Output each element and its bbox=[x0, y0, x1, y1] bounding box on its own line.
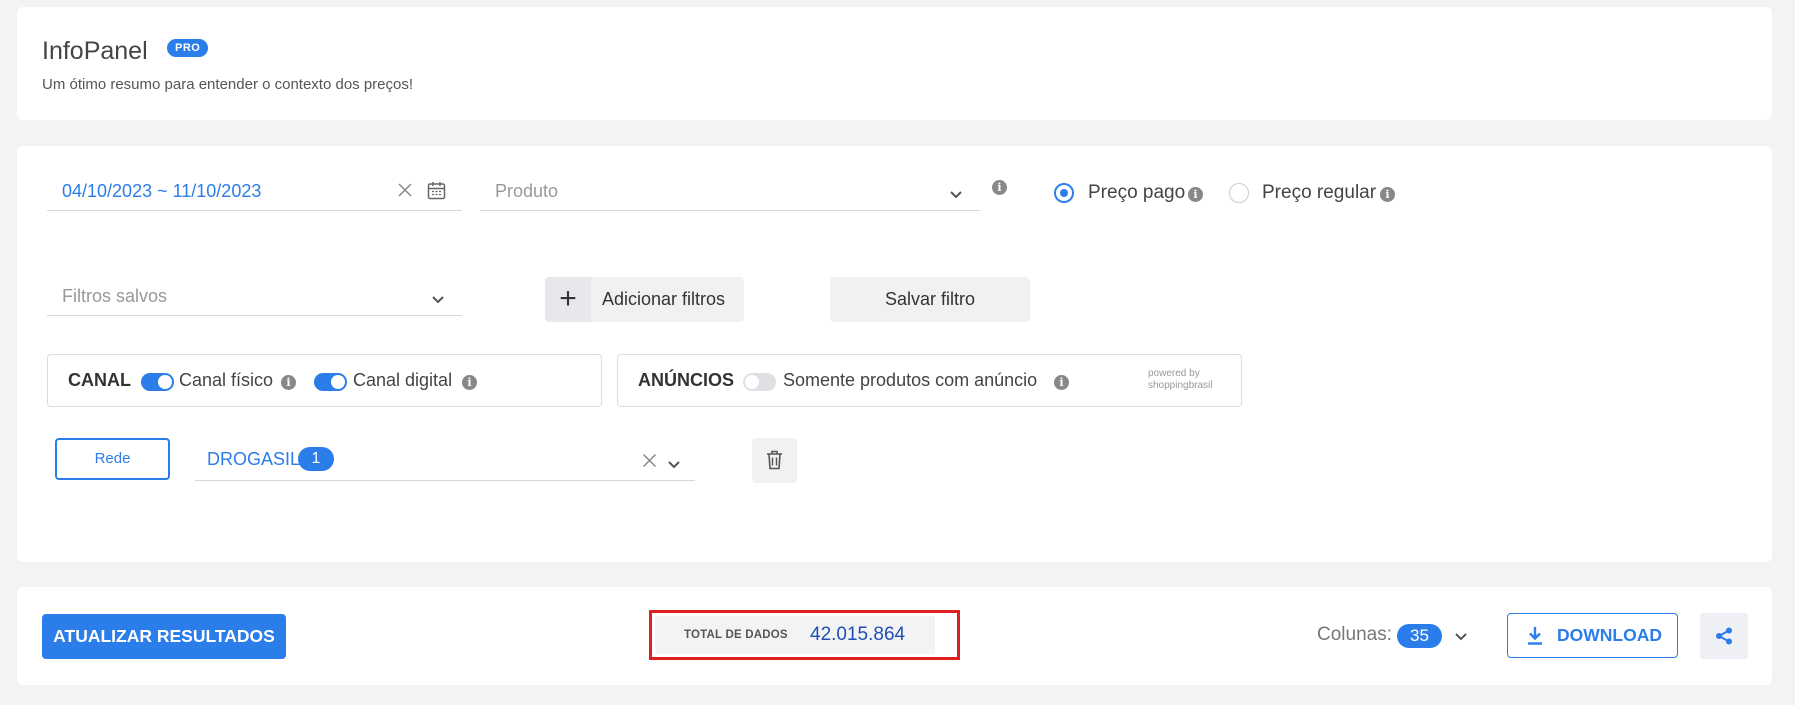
share-icon bbox=[1715, 627, 1733, 650]
add-filters-label: Adicionar filtros bbox=[602, 289, 726, 309]
chevron-down-icon bbox=[432, 291, 444, 309]
calendar-icon[interactable] bbox=[427, 181, 446, 205]
powered-by-logo: powered by shoppingbrasil bbox=[1148, 368, 1213, 391]
pro-badge: PRO bbox=[167, 39, 209, 57]
radio-preco-regular[interactable] bbox=[1229, 183, 1249, 203]
rede-count-badge: 1 bbox=[298, 447, 334, 471]
toggle-canal-fisico[interactable] bbox=[141, 373, 174, 391]
date-range-value: 04/10/2023 ~ 11/10/2023 bbox=[62, 181, 262, 201]
saved-filters-placeholder: Filtros salvos bbox=[62, 286, 168, 306]
total-data-highlight: TOTAL DE DADOS 42.015.864 bbox=[649, 610, 960, 660]
update-results-button[interactable]: ATUALIZAR RESULTADOS bbox=[42, 614, 286, 659]
toggle-canal-digital[interactable] bbox=[314, 373, 347, 391]
results-bar: ATUALIZAR RESULTADOS TOTAL DE DADOS 42.0… bbox=[17, 587, 1772, 685]
toggle-somente-anuncio[interactable] bbox=[743, 373, 776, 391]
chevron-down-icon[interactable] bbox=[668, 456, 680, 474]
clear-icon[interactable] bbox=[397, 182, 413, 203]
radio-preco-pago-label[interactable]: Preço pago bbox=[1088, 182, 1185, 204]
columns-label: Colunas: bbox=[1317, 624, 1392, 645]
product-placeholder: Produto bbox=[495, 181, 559, 201]
date-range-field[interactable]: 04/10/2023 ~ 11/10/2023 bbox=[47, 169, 462, 211]
delete-filter-button[interactable] bbox=[752, 438, 797, 483]
trash-icon bbox=[766, 450, 783, 475]
radio-preco-pago[interactable] bbox=[1054, 183, 1074, 203]
rede-value: DROGASIL bbox=[207, 449, 301, 469]
preco-pago-info-icon[interactable]: i bbox=[1188, 187, 1203, 202]
anuncio-info-icon[interactable]: i bbox=[1054, 375, 1069, 390]
canal-fisico-info-icon[interactable]: i bbox=[281, 375, 296, 390]
share-button[interactable] bbox=[1700, 613, 1748, 659]
save-filter-button[interactable]: Salvar filtro bbox=[830, 277, 1030, 322]
canal-digital-info-icon[interactable]: i bbox=[462, 375, 477, 390]
canal-fisico-label: Canal físico bbox=[179, 370, 274, 390]
page-subtitle: Um ótimo resumo para entender o contexto… bbox=[42, 76, 414, 93]
chevron-down-icon bbox=[950, 186, 962, 204]
download-label: DOWNLOAD bbox=[1557, 625, 1662, 645]
page-title: InfoPanel bbox=[42, 37, 148, 65]
columns-count-badge[interactable]: 35 bbox=[1397, 624, 1442, 648]
add-filters-button[interactable]: + Adicionar filtros bbox=[545, 277, 744, 322]
preco-regular-info-icon[interactable]: i bbox=[1380, 187, 1395, 202]
plus-icon: + bbox=[545, 277, 591, 322]
clear-icon[interactable] bbox=[642, 453, 657, 473]
anuncios-title: ANÚNCIOS bbox=[638, 370, 735, 390]
total-data-value: 42.015.864 bbox=[810, 624, 906, 645]
canal-box: CANAL Canal físico i Canal digital i bbox=[47, 354, 602, 407]
saved-filters-select[interactable]: Filtros salvos bbox=[47, 274, 462, 316]
rede-select[interactable]: DROGASIL 1 bbox=[195, 439, 695, 481]
product-info-icon[interactable]: i bbox=[992, 180, 1007, 195]
anuncios-box: ANÚNCIOS Somente produtos com anúncio i … bbox=[617, 354, 1242, 407]
chevron-down-icon[interactable] bbox=[1455, 625, 1467, 646]
header-card: InfoPanel PRO Um ótimo resumo para enten… bbox=[17, 7, 1772, 120]
rede-button[interactable]: Rede bbox=[55, 438, 170, 480]
product-select[interactable]: Produto bbox=[480, 169, 980, 211]
download-icon bbox=[1526, 626, 1544, 651]
save-filter-label: Salvar filtro bbox=[884, 289, 976, 309]
total-data-box: TOTAL DE DADOS 42.015.864 bbox=[655, 616, 935, 654]
canal-digital-label: Canal digital bbox=[353, 370, 453, 390]
canal-title: CANAL bbox=[68, 370, 131, 390]
download-button[interactable]: DOWNLOAD bbox=[1507, 613, 1678, 658]
somente-anuncio-label: Somente produtos com anúncio bbox=[783, 370, 1038, 390]
total-data-label: TOTAL DE DADOS bbox=[684, 629, 788, 641]
filters-card: 04/10/2023 ~ 11/10/2023 Produto i Preço … bbox=[17, 146, 1772, 562]
radio-preco-regular-label[interactable]: Preço regular bbox=[1262, 182, 1376, 204]
